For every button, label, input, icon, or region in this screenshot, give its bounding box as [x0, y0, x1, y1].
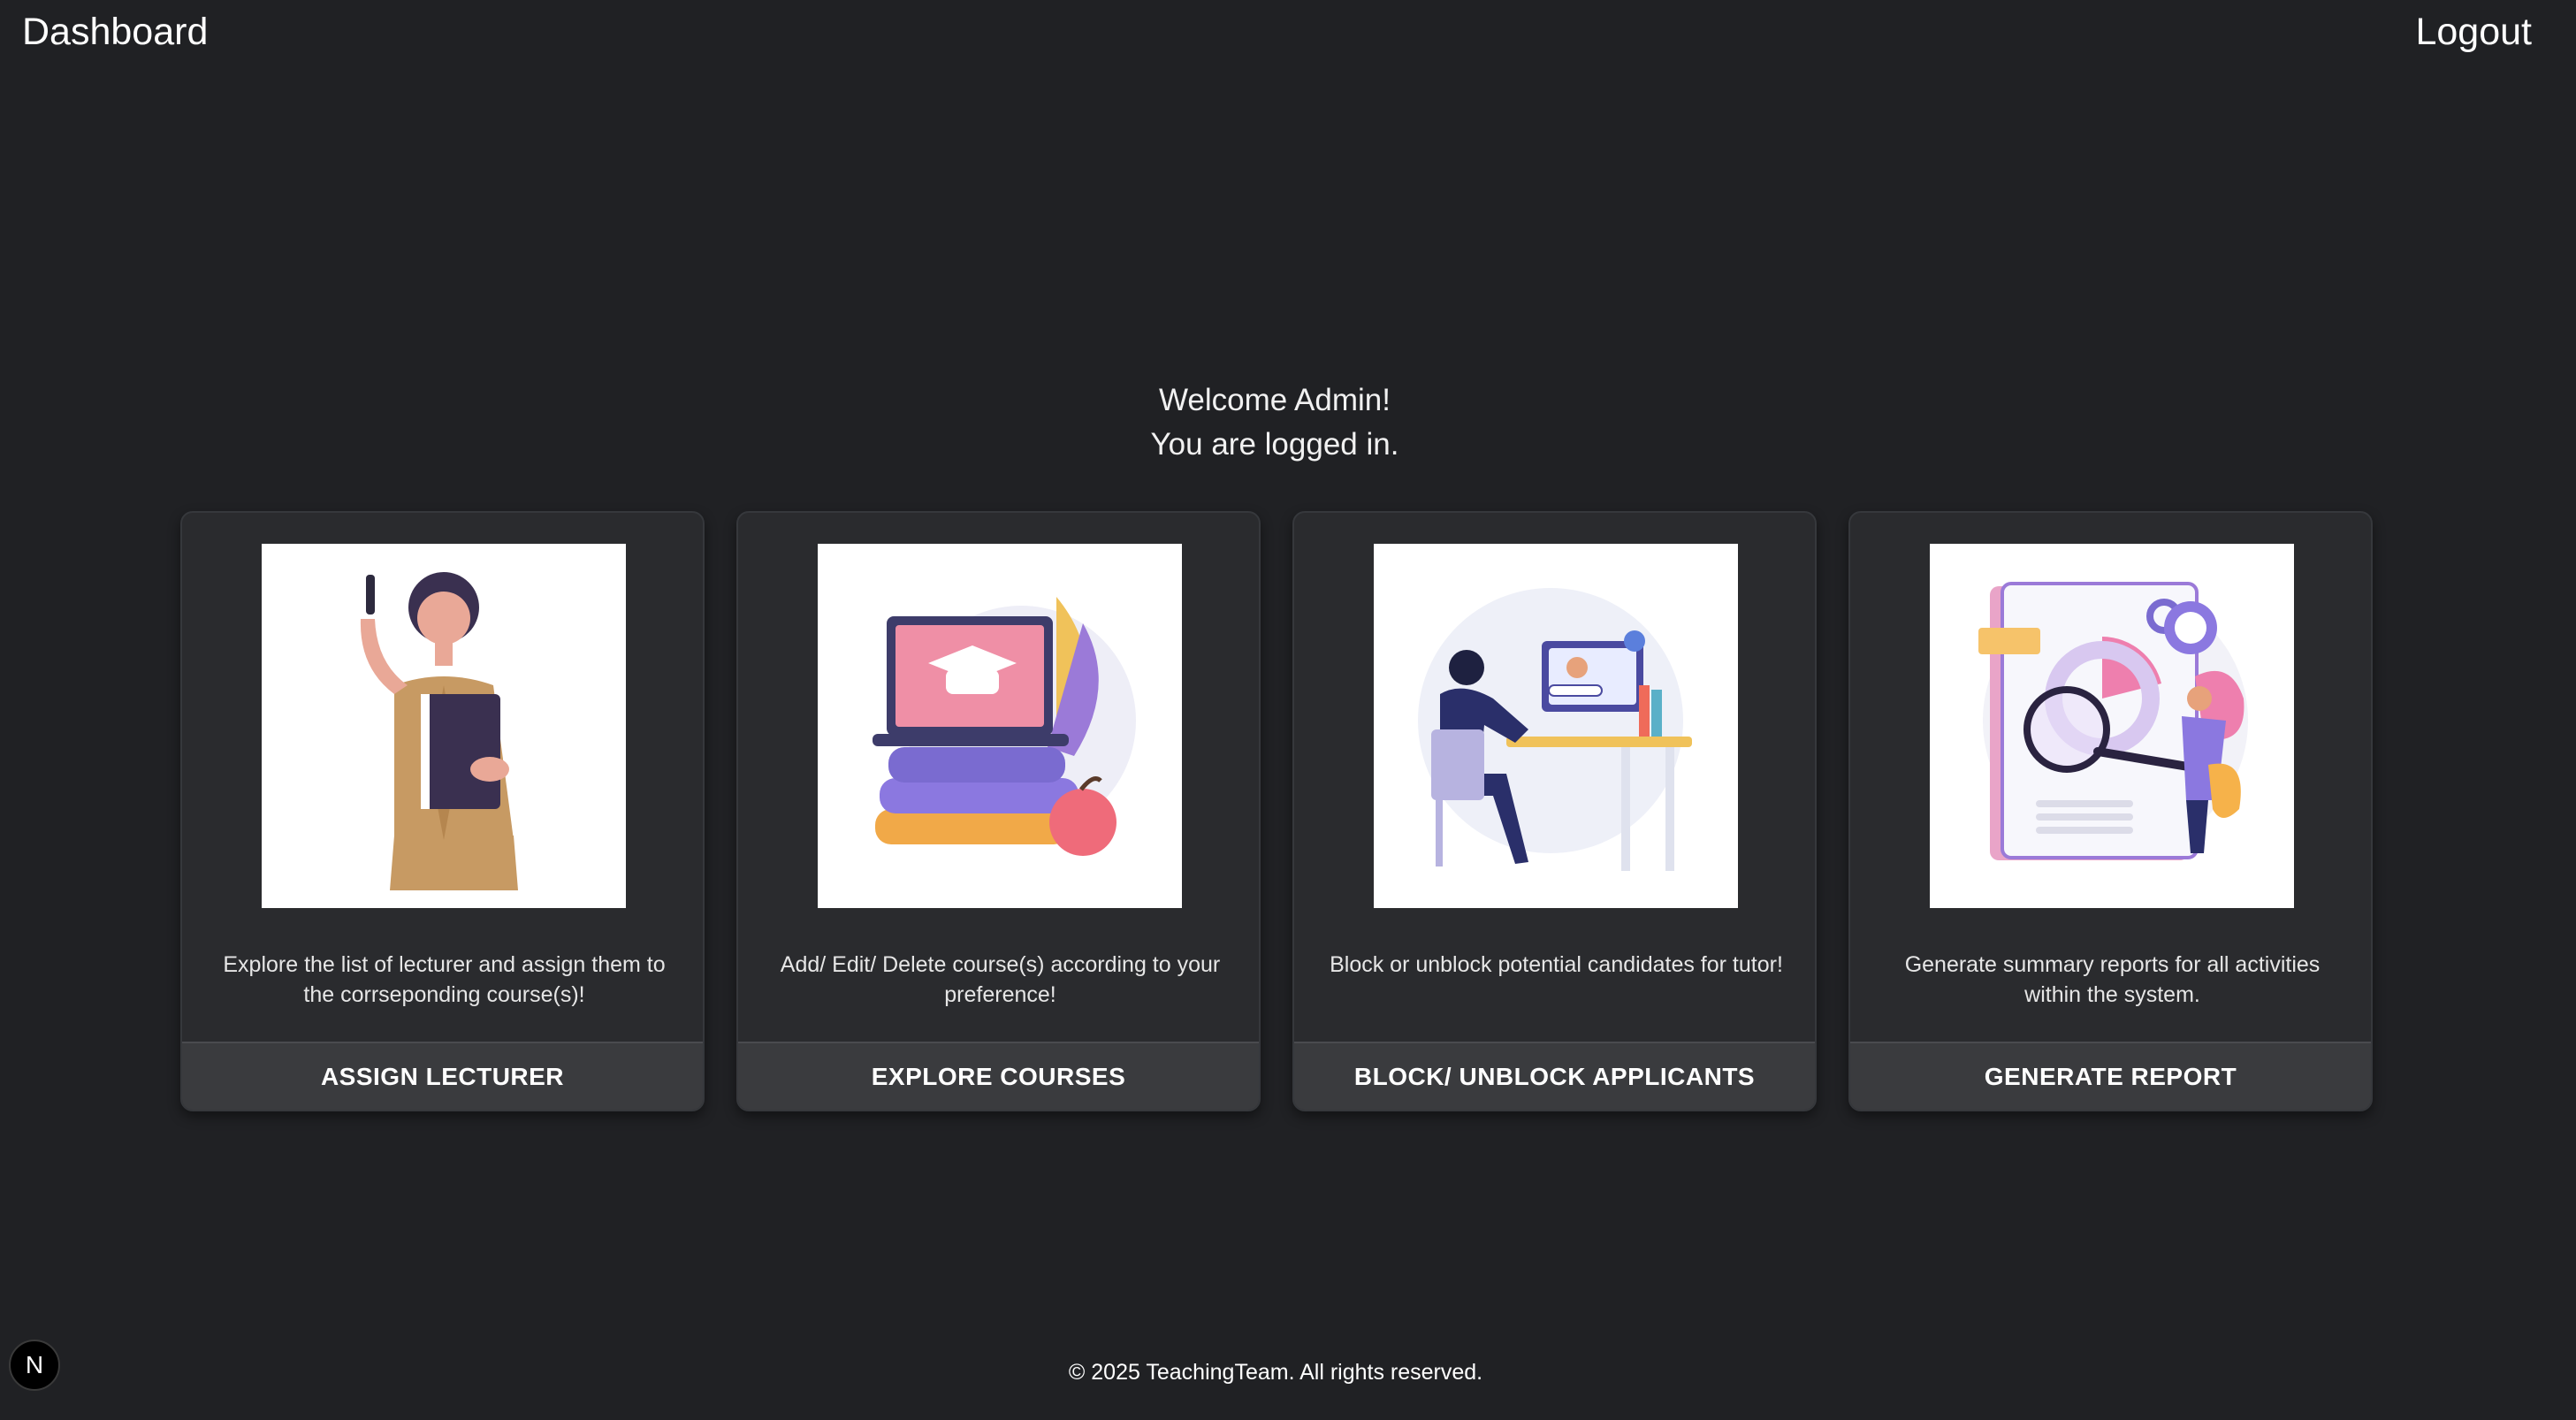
courses-illustration — [818, 544, 1182, 908]
report-illustration — [1930, 544, 2294, 908]
explore-courses-button[interactable]: EXPLORE COURSES — [738, 1042, 1259, 1110]
footer-copyright: © 2025 TeachingTeam. All rights reserved… — [1068, 1360, 1483, 1385]
applicants-illustration — [1374, 544, 1738, 908]
generate-report-card: Generate summary reports for all activit… — [1848, 511, 2373, 1111]
welcome-title: Welcome Admin! — [1159, 383, 1391, 417]
card-description: Generate summary reports for all activit… — [1904, 952, 2321, 1007]
card-description: Block or unblock potential candidates fo… — [1330, 952, 1783, 977]
lecturer-illustration — [262, 544, 626, 908]
card-description: Explore the list of lecturer and assign … — [223, 952, 666, 1007]
assign-lecturer-card: Explore the list of lecturer and assign … — [180, 511, 705, 1111]
logout-button[interactable]: Logout — [2415, 11, 2532, 54]
dashboard-link[interactable]: Dashboard — [22, 11, 208, 54]
nextjs-icon[interactable]: N — [9, 1340, 60, 1391]
explore-courses-card: Add/ Edit/ Delete course(s) according to… — [736, 511, 1261, 1111]
login-status: You are logged in. — [1150, 427, 1399, 462]
welcome-message: Welcome Admin! You are logged in. — [0, 378, 2549, 467]
block-unblock-applicants-button[interactable]: BLOCK/ UNBLOCK APPLICANTS — [1294, 1042, 1815, 1110]
block-applicants-card: Block or unblock potential candidates fo… — [1292, 511, 1817, 1111]
nextjs-badge-label: N — [25, 1351, 44, 1378]
generate-report-button[interactable]: GENERATE REPORT — [1850, 1042, 2371, 1110]
card-description: Add/ Edit/ Delete course(s) according to… — [780, 952, 1221, 1007]
top-navbar: Dashboard Logout — [0, 0, 2576, 71]
assign-lecturer-button[interactable]: ASSIGN LECTURER — [182, 1042, 703, 1110]
